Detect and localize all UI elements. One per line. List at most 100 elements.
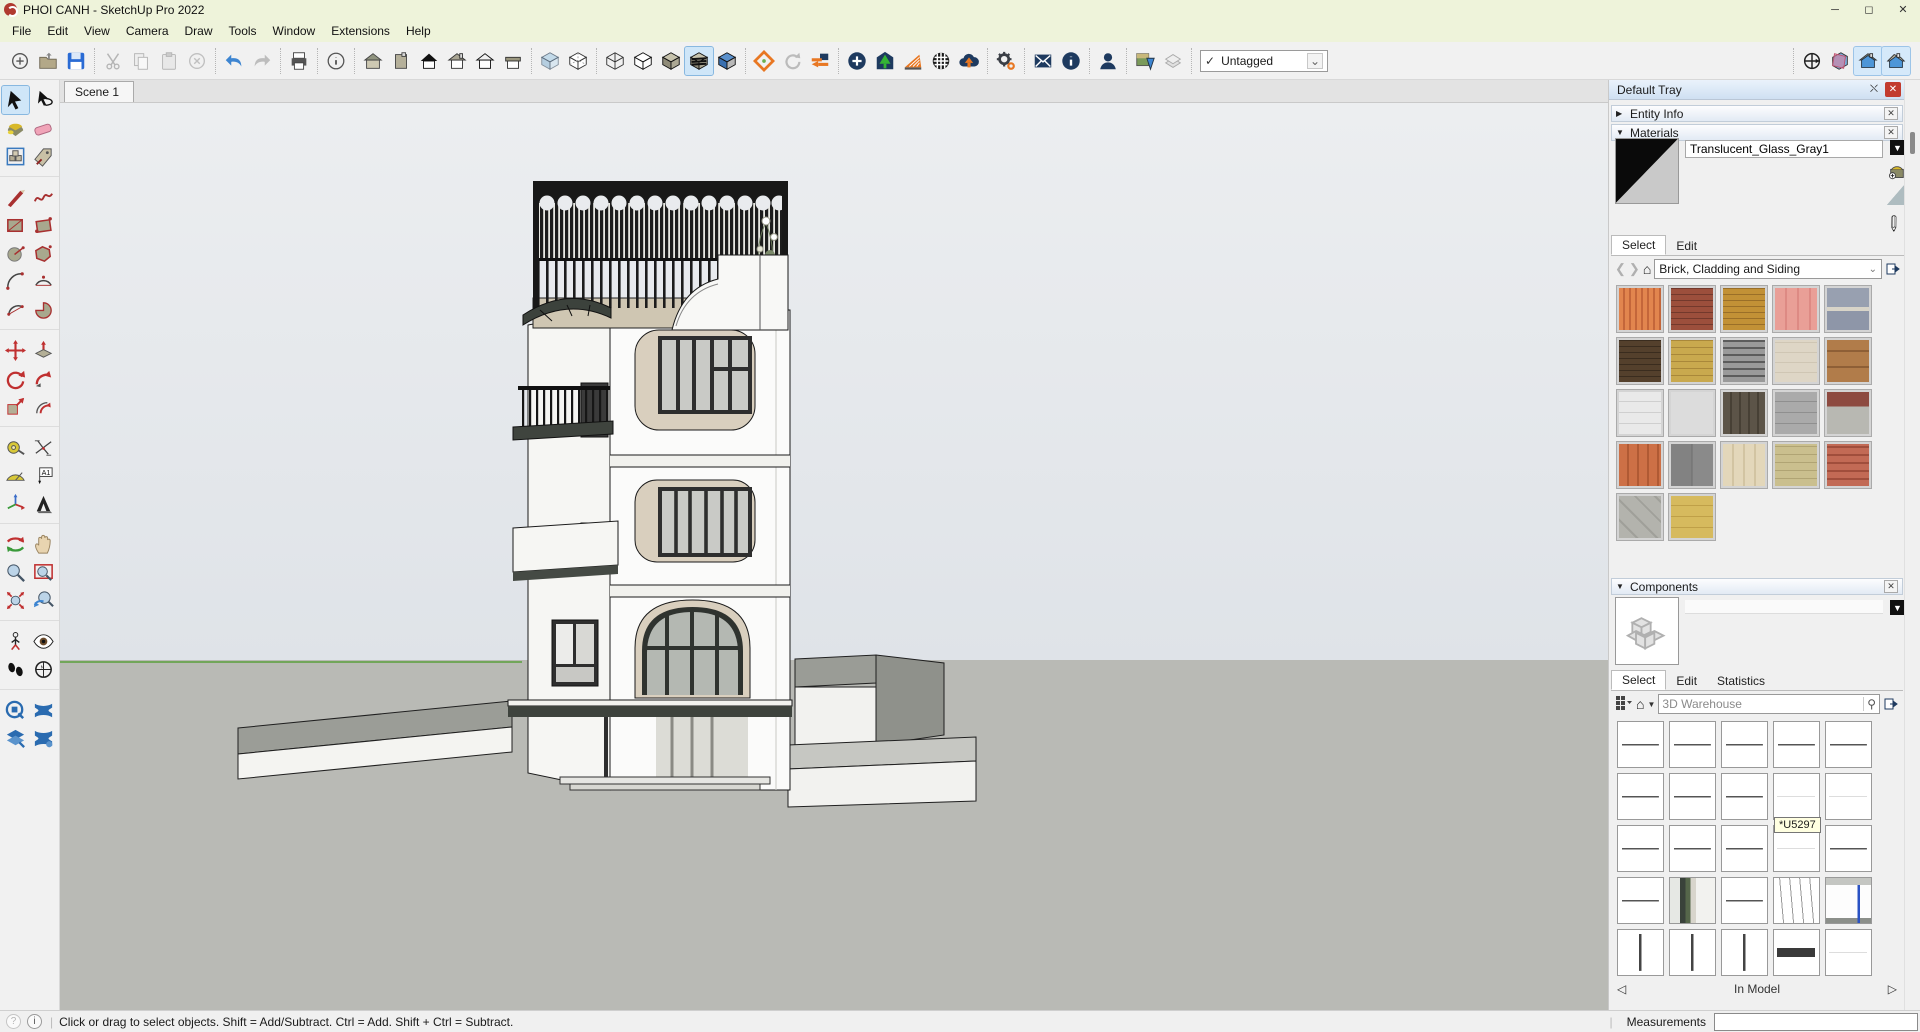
- pie-tool[interactable]: [30, 295, 57, 323]
- send-to-layout-icon[interactable]: [1029, 47, 1057, 75]
- wireframe-icon[interactable]: [601, 47, 629, 75]
- materials-close-icon[interactable]: ✕: [1884, 126, 1898, 139]
- section-plane-tool[interactable]: N: [30, 655, 57, 683]
- select-tool[interactable]: [2, 86, 29, 114]
- entity-info-header[interactable]: ▶ Entity Info ✕: [1611, 105, 1903, 122]
- scene-tab[interactable]: Scene 1: [64, 81, 134, 102]
- maximize-button[interactable]: ◻: [1852, 0, 1886, 19]
- look-around-tool[interactable]: [30, 627, 57, 655]
- eraser-tool[interactable]: [30, 114, 57, 142]
- nav-right-icon[interactable]: ▷: [1888, 982, 1897, 996]
- paint-bucket-tool[interactable]: [2, 114, 29, 142]
- shaded-with-textures-icon[interactable]: [685, 47, 713, 75]
- material-swatch[interactable]: [1617, 338, 1663, 384]
- styles-icon[interactable]: [1159, 47, 1187, 75]
- push-pull-tool[interactable]: [30, 336, 57, 364]
- undo-icon[interactable]: [220, 47, 248, 75]
- tag-dropdown[interactable]: ✓ Untagged ⌄: [1200, 50, 1328, 72]
- material-swatch[interactable]: [1721, 442, 1767, 488]
- soften-edges-icon[interactable]: [927, 47, 955, 75]
- material-collection-dropdown[interactable]: Brick, Cladding and Siding ⌄: [1654, 259, 1882, 279]
- make-component-tool[interactable]: [2, 142, 29, 170]
- shadows-icon[interactable]: [899, 47, 927, 75]
- ext-tool-4[interactable]: [30, 724, 57, 752]
- 3d-text-tool[interactable]: [30, 489, 57, 517]
- components-close-icon[interactable]: ✕: [1884, 580, 1898, 593]
- chevron-down-icon[interactable]: ▼: [1647, 700, 1655, 709]
- material-swatch[interactable]: [1721, 338, 1767, 384]
- tape-measure-tool[interactable]: [2, 433, 29, 461]
- secondary-pane-icon[interactable]: ▼: [1890, 600, 1905, 615]
- component-thumbnail[interactable]: [1825, 773, 1872, 820]
- component-thumbnail[interactable]: [1773, 929, 1820, 976]
- component-thumbnail[interactable]: [1773, 773, 1820, 820]
- material-swatch[interactable]: [1773, 390, 1819, 436]
- component-thumbnail[interactable]: [1721, 825, 1768, 872]
- material-swatch[interactable]: [1773, 338, 1819, 384]
- home-icon[interactable]: ⌂: [1643, 261, 1651, 277]
- material-swatch[interactable]: [1825, 442, 1871, 488]
- warehouse-search-input[interactable]: 3D Warehouse ⚲: [1658, 694, 1880, 714]
- freehand-tool[interactable]: [30, 183, 57, 211]
- material-swatch[interactable]: [1721, 390, 1767, 436]
- material-name-input[interactable]: [1685, 140, 1883, 158]
- entity-info-close-icon[interactable]: ✕: [1884, 107, 1898, 120]
- materials-tab-select[interactable]: Select: [1611, 235, 1666, 255]
- component-thumbnail[interactable]: [1669, 721, 1716, 768]
- tray-scrollbar-thumb[interactable]: [1910, 132, 1915, 154]
- component-thumbnail[interactable]: [1825, 721, 1872, 768]
- component-thumbnail[interactable]: [1669, 773, 1716, 820]
- search-icon[interactable]: ⚲: [1863, 697, 1876, 711]
- zoom-extents-tool[interactable]: [2, 586, 29, 614]
- menu-camera[interactable]: Camera: [118, 21, 177, 41]
- material-swatch[interactable]: [1825, 390, 1871, 436]
- material-swatch[interactable]: [1773, 442, 1819, 488]
- material-swatch[interactable]: [1617, 442, 1663, 488]
- components-tab-select[interactable]: Select: [1611, 670, 1666, 690]
- geolocation-icon[interactable]: ?: [6, 1014, 21, 1029]
- protractor-tool[interactable]: [2, 461, 29, 489]
- tray-close-icon[interactable]: ✕: [1885, 82, 1901, 97]
- instructor-icon[interactable]: [1057, 47, 1085, 75]
- view-options-icon[interactable]: [1615, 695, 1633, 714]
- back-edges-icon[interactable]: [564, 47, 592, 75]
- extension-manager-icon[interactable]: [992, 47, 1020, 75]
- hidden-line-icon[interactable]: [629, 47, 657, 75]
- plan-view-icon[interactable]: [415, 47, 443, 75]
- component-thumbnail[interactable]: [1825, 825, 1872, 872]
- ext-tool-3[interactable]: [2, 724, 29, 752]
- minimize-button[interactable]: ─: [1818, 0, 1852, 19]
- pan-tool[interactable]: [30, 530, 57, 558]
- menu-tools[interactable]: Tools: [221, 21, 265, 41]
- line-tool[interactable]: [2, 183, 29, 211]
- paste-icon[interactable]: [155, 47, 183, 75]
- component-thumbnail[interactable]: [1721, 721, 1768, 768]
- position-camera-tool[interactable]: [2, 627, 29, 655]
- model-canvas[interactable]: [60, 103, 1608, 1010]
- component-thumbnail[interactable]: [1669, 825, 1716, 872]
- extension-warehouse-icon[interactable]: [750, 47, 778, 75]
- material-swatch[interactable]: [1825, 338, 1871, 384]
- share-model-icon[interactable]: [806, 47, 834, 75]
- menu-help[interactable]: Help: [398, 21, 439, 41]
- nav-left-icon[interactable]: ◁: [1617, 982, 1626, 996]
- front-view-icon[interactable]: [443, 47, 471, 75]
- component-thumbnail[interactable]: [1617, 721, 1664, 768]
- details-arrow-icon[interactable]: [1885, 261, 1901, 277]
- redo-icon[interactable]: [248, 47, 276, 75]
- rectangle-tool[interactable]: [2, 211, 29, 239]
- details-arrow-icon[interactable]: [1883, 696, 1899, 712]
- material-swatch[interactable]: [1617, 286, 1663, 332]
- cut-icon[interactable]: [99, 47, 127, 75]
- add-location-icon[interactable]: [843, 47, 871, 75]
- walk-tool[interactable]: [2, 655, 29, 683]
- menu-draw[interactable]: Draw: [177, 21, 221, 41]
- back-arrow-icon[interactable]: ❮: [1615, 261, 1626, 277]
- ext-tool-2[interactable]: [30, 696, 57, 724]
- menu-edit[interactable]: Edit: [39, 21, 76, 41]
- rotate-tool[interactable]: [2, 364, 29, 392]
- material-swatch[interactable]: [1617, 390, 1663, 436]
- home-icon[interactable]: ⌂: [1636, 696, 1644, 712]
- add-tree-icon[interactable]: [871, 47, 899, 75]
- polygon-tool[interactable]: [30, 239, 57, 267]
